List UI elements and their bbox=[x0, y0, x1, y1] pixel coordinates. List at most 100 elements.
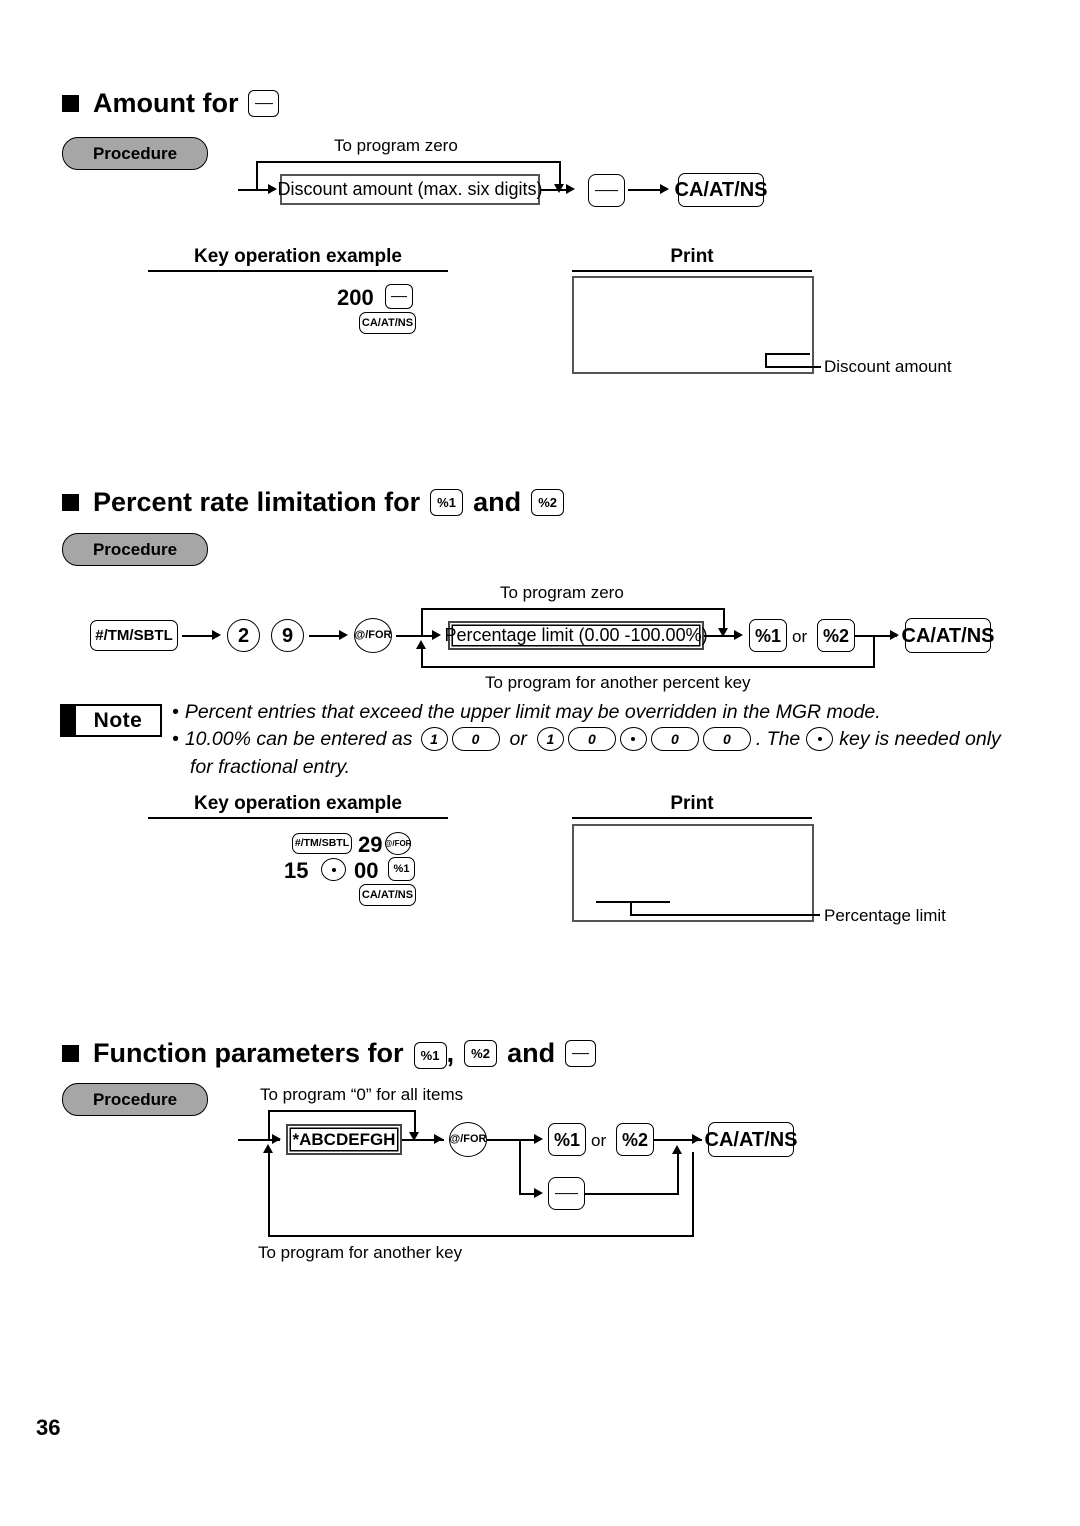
procedure-label-2: Procedure bbox=[92, 539, 178, 559]
flow2-arrow-c bbox=[432, 630, 441, 640]
flow1-ca-at-ns-label: CA/AT/NS bbox=[674, 179, 768, 201]
flow2-bottom-label: To program for another percent key bbox=[485, 673, 751, 692]
flow3-bottomloop-left-vertical bbox=[268, 1152, 270, 1236]
example2-value-15: 15 bbox=[284, 858, 309, 883]
print1-leader-vert bbox=[765, 353, 767, 367]
flow2-or-text: or bbox=[792, 627, 808, 646]
note-key-0b: 0 bbox=[567, 727, 616, 751]
col-rule-left-1 bbox=[148, 270, 448, 273]
flow3-at-for-label: @/FOR bbox=[449, 1133, 487, 1145]
flow2-ca-at-ns-key: CA/AT/NS bbox=[902, 618, 994, 653]
note-key-0d-label: 0 bbox=[722, 731, 731, 747]
print-box-2 bbox=[572, 824, 814, 922]
flow2-percent2-key: %2 bbox=[817, 619, 855, 652]
flow2-bottomloop-bottom bbox=[421, 666, 875, 668]
note-key-0c: 0 bbox=[650, 727, 699, 751]
flow3-percent2-label: %2 bbox=[621, 1129, 648, 1150]
flow3-loop-right-vertical bbox=[414, 1110, 416, 1134]
section2-title-and: and bbox=[473, 487, 522, 517]
note-bullet-2: • bbox=[172, 727, 179, 750]
flow2-box-text: Percentage limit (0.00 -100.00%) bbox=[444, 625, 708, 645]
flow2-arrow-e bbox=[890, 630, 899, 640]
flow3-abcdefgh-box: *ABCDEFGH bbox=[286, 1124, 402, 1155]
flow3-or-text: or bbox=[591, 1131, 607, 1150]
flow1-ca-arrow bbox=[660, 184, 669, 194]
flow3-top-label: To program “0” for all items bbox=[260, 1085, 464, 1104]
note-key-0d: 0 bbox=[702, 727, 751, 751]
procedure-badge-1: Procedure bbox=[62, 137, 208, 170]
flow2-at-for-key: @/FOR bbox=[354, 618, 392, 653]
example2-percent1-label: %1 bbox=[393, 862, 410, 875]
flow2-tm-sbtl-key: #/TM/SBTL bbox=[90, 620, 178, 651]
flow3-entry-arrow bbox=[272, 1134, 281, 1144]
print-box-1 bbox=[572, 276, 814, 374]
flow3-arrow-b bbox=[434, 1134, 443, 1144]
print1-leader-label: Discount amount bbox=[824, 357, 952, 376]
flow2-tm-sbtl-label: #/TM/SBTL bbox=[95, 627, 173, 644]
col-header-key-operation-2: Key operation example bbox=[193, 793, 403, 814]
section-heading-function-parameters: Function parameters for %1 , %2 and bbox=[62, 1038, 597, 1069]
print2-leader-bottom bbox=[630, 914, 820, 916]
note-key-1b-label: 1 bbox=[546, 731, 555, 747]
flow3-branch-stem bbox=[487, 1139, 520, 1141]
percent1-key-icon-3: %1 bbox=[413, 1042, 447, 1069]
example2-ca-at-ns-key: CA/AT/NS bbox=[359, 884, 416, 906]
note-or-text: or bbox=[509, 727, 527, 750]
example2-at-for-label: @/FOR bbox=[384, 838, 412, 848]
note-key-0b-label: 0 bbox=[587, 731, 596, 747]
flow3-box-text: *ABCDEFGH bbox=[292, 1129, 396, 1149]
print1-leader-top bbox=[765, 353, 810, 355]
example2-ca-at-ns-label: CA/AT/NS bbox=[361, 888, 414, 901]
flow1-minus-arrow bbox=[566, 184, 575, 194]
col-rule-right-2 bbox=[572, 817, 812, 820]
flow1-entry-arrow bbox=[268, 184, 277, 194]
note-bar-icon bbox=[62, 706, 76, 735]
flow2-top-label: To program zero bbox=[500, 583, 624, 602]
flow2-digit-2-label: 2 bbox=[237, 624, 250, 647]
note-badge: Note bbox=[60, 704, 162, 737]
print1-leader-bottom bbox=[765, 366, 821, 368]
flow1-loop-right-vertical bbox=[559, 161, 561, 186]
flow2-bottomloop-right-vertical bbox=[873, 635, 875, 668]
flow3-merge-vertical bbox=[677, 1152, 679, 1194]
flow1-loop-left-vertical bbox=[256, 161, 258, 190]
note-key-0a: 0 bbox=[451, 727, 500, 751]
flow3-at-for-key: @/FOR bbox=[449, 1122, 487, 1157]
print2-leader-label: Percentage limit bbox=[824, 906, 946, 925]
note-key-1a-label: 1 bbox=[430, 731, 438, 747]
note-tail-b: key is needed only bbox=[839, 727, 1001, 750]
percent1-key-label-3: %1 bbox=[420, 1048, 440, 1063]
percent2-key-icon-3: %2 bbox=[464, 1040, 498, 1067]
percent1-key-label: %1 bbox=[437, 495, 456, 510]
percent1-key-icon: %1 bbox=[430, 489, 464, 516]
flow2-bottomloop-left-vertical bbox=[421, 648, 423, 667]
flow3-minus-key-icon bbox=[548, 1177, 585, 1210]
section-heading-percent-rate: Percent rate limitation for %1 and %2 bbox=[62, 487, 565, 518]
note-key-0c-label: 0 bbox=[670, 731, 679, 747]
example2-tm-sbtl-key: #/TM/SBTL bbox=[292, 833, 352, 854]
print2-leader-top bbox=[596, 901, 670, 903]
flow2-loop-top bbox=[421, 608, 725, 610]
flow3-percent1-label: %1 bbox=[553, 1129, 580, 1150]
percent2-key-label: %2 bbox=[538, 495, 557, 510]
flow3-ca-at-ns-label: CA/AT/NS bbox=[704, 1128, 798, 1151]
flow3-bottomloop-bottom bbox=[268, 1235, 694, 1237]
note-tail-a: . The bbox=[755, 727, 801, 750]
flow3-bottom-label: To program for another key bbox=[258, 1243, 463, 1262]
flow3-merge-lower bbox=[585, 1193, 679, 1195]
note-bullet-1: • bbox=[172, 701, 179, 723]
flow1-box-text: Discount amount (max. six digits) bbox=[277, 179, 543, 199]
note-decimal-key-icon-2 bbox=[806, 727, 834, 751]
note-line-2-text: 10.00% can be entered as bbox=[184, 727, 413, 750]
flow3-ca-at-ns-key: CA/AT/NS bbox=[705, 1122, 797, 1157]
note-line-2: • 10.00% can be entered as 1 0 or 1 0 0 … bbox=[172, 727, 1001, 751]
example2-percent1-key: %1 bbox=[388, 857, 415, 881]
section2-title-text: Percent rate limitation for bbox=[93, 487, 421, 517]
flow3-arrow-lower bbox=[534, 1188, 543, 1198]
note-key-1b: 1 bbox=[536, 727, 564, 751]
flow2-ca-at-ns-label: CA/AT/NS bbox=[901, 624, 995, 647]
example1-ca-at-ns-label: CA/AT/NS bbox=[361, 316, 414, 329]
flow2-percent2-label: %2 bbox=[822, 625, 849, 646]
flow3-percent2-key: %2 bbox=[616, 1123, 654, 1156]
note-line-3: for fractional entry. bbox=[190, 756, 350, 779]
